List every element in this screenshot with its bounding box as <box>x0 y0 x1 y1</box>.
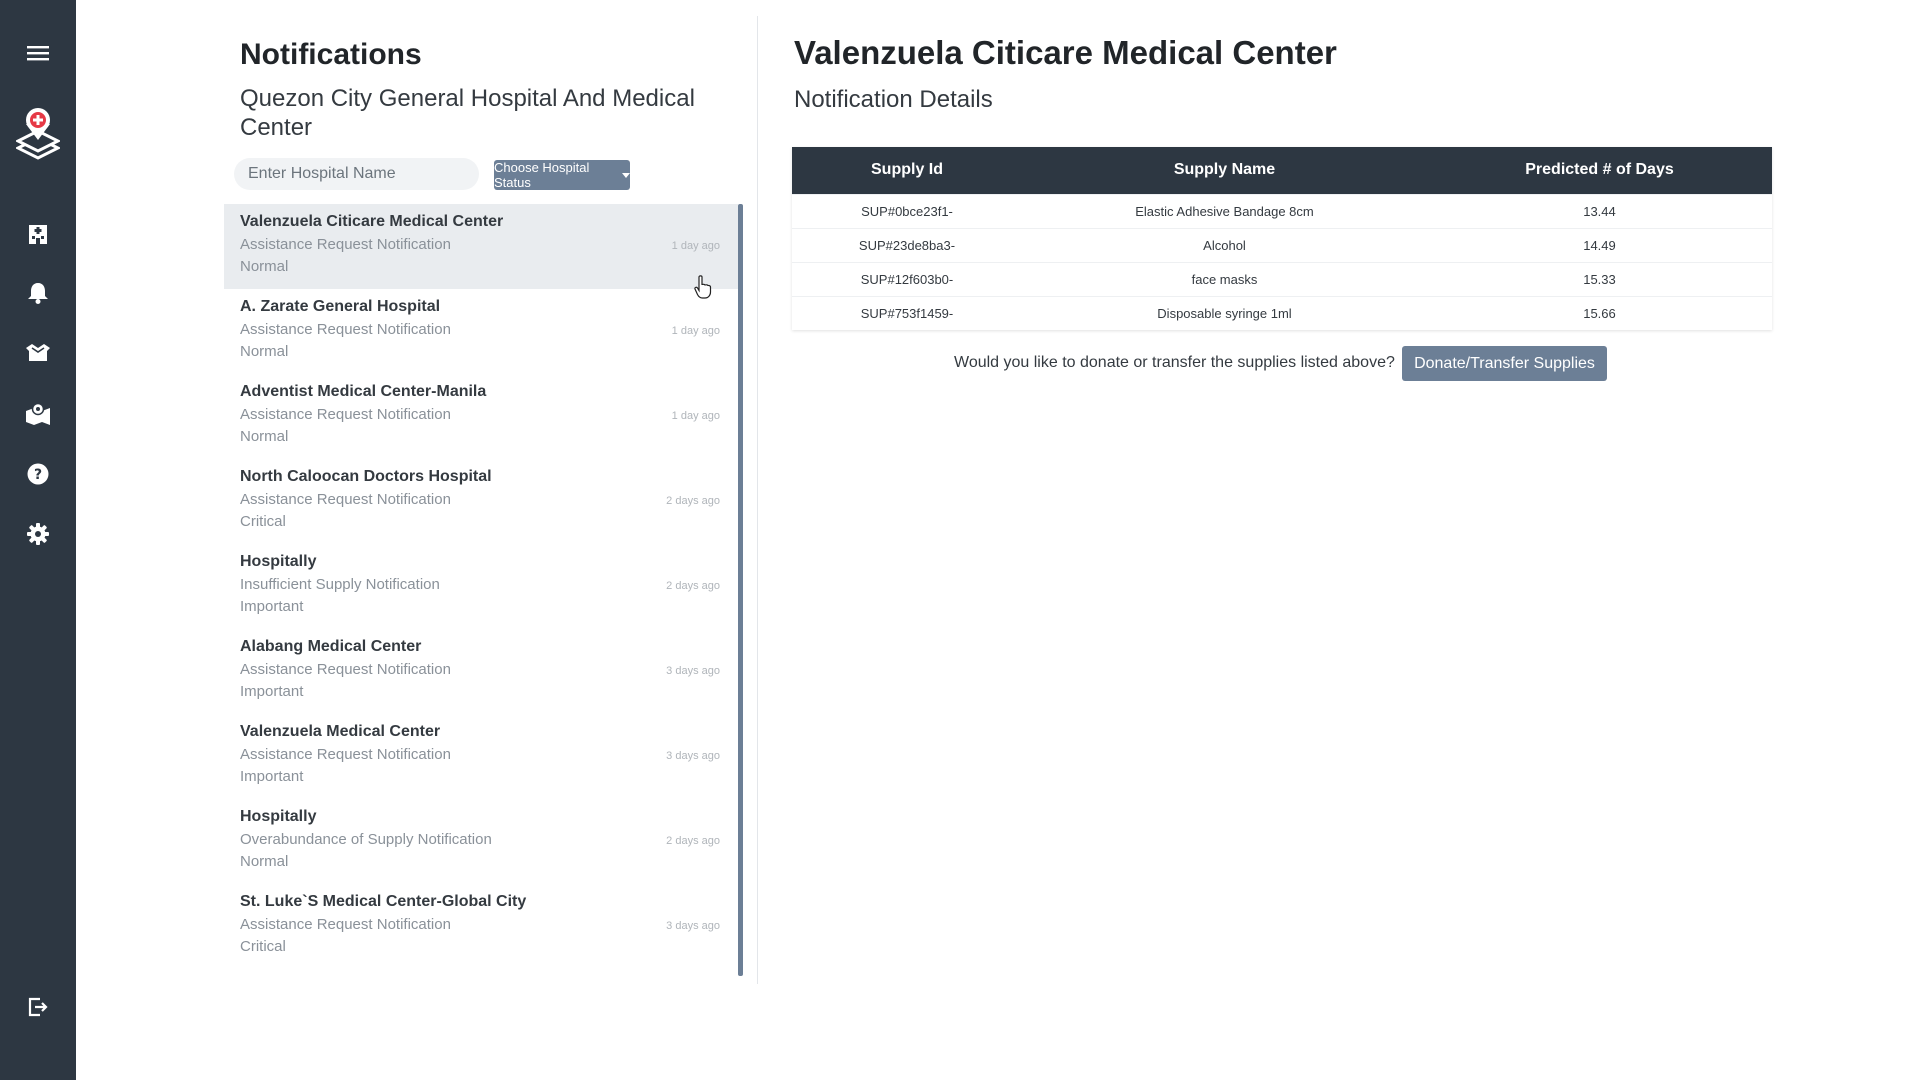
table-row: SUP#0bce23f1- Elastic Adhesive Bandage 8… <box>792 193 1772 228</box>
supply-id-cell: SUP#23de8ba3- <box>792 227 1022 262</box>
hospital-status-dropdown[interactable]: Choose Hospital Status <box>494 160 630 190</box>
notification-list-panel: Notifications Quezon City General Hospit… <box>224 16 758 984</box>
supply-id-cell: SUP#12f603b0- <box>792 261 1022 296</box>
supply-name-cell: Alcohol <box>1022 227 1427 262</box>
notification-status: Normal <box>240 258 289 275</box>
logout-icon[interactable] <box>0 987 76 1027</box>
supply-id-cell: SUP#753f1459- <box>792 295 1022 330</box>
notification-status: Normal <box>240 428 289 445</box>
detail-subtitle: Notification Details <box>794 86 993 113</box>
notification-item[interactable]: Valenzuela Citicare Medical Center Assis… <box>224 204 738 289</box>
predicted-days-cell: 13.44 <box>1427 193 1772 228</box>
column-header[interactable]: Supply Name <box>1022 147 1427 194</box>
table-row: SUP#753f1459- Disposable syringe 1ml 15.… <box>792 295 1772 330</box>
column-header[interactable]: Supply Id <box>792 147 1022 194</box>
notification-status: Critical <box>240 513 286 530</box>
notification-hospital: A. Zarate General Hospital <box>240 298 441 315</box>
page-title: Notifications <box>240 38 422 71</box>
notification-item[interactable]: St. Luke`S Medical Center-Global City As… <box>224 884 738 969</box>
sidebar: ? <box>0 0 76 1080</box>
notification-time: 1 day ago <box>671 410 720 422</box>
hospital-search-input[interactable] <box>234 158 479 190</box>
notification-time: 3 days ago <box>666 750 720 762</box>
notification-item[interactable]: Adventist Medical Center-Manila Assistan… <box>224 374 738 459</box>
supply-name-cell: Elastic Adhesive Bandage 8cm <box>1022 193 1427 228</box>
notification-item[interactable]: Hospitally Overabundance of Supply Notif… <box>224 799 738 884</box>
detail-title: Valenzuela Citicare Medical Center <box>794 34 1337 71</box>
notification-hospital: North Caloocan Doctors Hospital <box>240 468 492 485</box>
notification-item[interactable]: A. Zarate General Hospital Assistance Re… <box>224 289 738 374</box>
notification-type: Assistance Request Notification <box>240 321 451 338</box>
notification-status: Normal <box>240 853 289 870</box>
notification-time: 1 day ago <box>671 325 720 337</box>
notification-item[interactable]: Alabang Medical Center Assistance Reques… <box>224 629 738 714</box>
predicted-days-cell: 15.66 <box>1427 295 1772 330</box>
notification-status: Important <box>240 598 304 615</box>
notification-time: 2 days ago <box>666 580 720 592</box>
notification-type: Assistance Request Notification <box>240 661 451 678</box>
donate-transfer-button[interactable]: Donate/Transfer Supplies <box>1402 346 1607 381</box>
notification-hospital: Alabang Medical Center <box>240 638 422 655</box>
table-row: SUP#12f603b0- face masks 15.33 <box>792 261 1772 296</box>
notification-type: Assistance Request Notification <box>240 916 451 933</box>
notification-detail-panel: Valenzuela Citicare Medical Center Notif… <box>792 16 1772 516</box>
notification-time: 3 days ago <box>666 920 720 932</box>
notification-hospital: St. Luke`S Medical Center-Global City <box>240 893 527 910</box>
notification-time: 1 day ago <box>671 240 720 252</box>
notification-hospital: Hospitally <box>240 553 317 570</box>
notification-type: Assistance Request Notification <box>240 746 451 763</box>
caret-down-icon <box>622 172 630 178</box>
notification-list: Valenzuela Citicare Medical Center Assis… <box>224 204 742 976</box>
donate-question: Would you like to donate or transfer the… <box>954 354 1395 371</box>
menu-icon[interactable] <box>0 33 76 73</box>
notification-hospital: Valenzuela Citicare Medical Center <box>240 213 504 230</box>
hospital-icon[interactable] <box>0 213 76 253</box>
table-header-row: Supply Id Supply Name Predicted # of Day… <box>792 147 1772 194</box>
notification-item[interactable]: Hospitally Insufficient Supply Notificat… <box>224 544 738 629</box>
notification-time: 3 days ago <box>666 665 720 677</box>
notification-status: Important <box>240 768 304 785</box>
notification-time: 2 days ago <box>666 835 720 847</box>
notification-time: 2 days ago <box>666 495 720 507</box>
hand-cursor-icon <box>694 275 712 299</box>
hospital-status-label: Choose Hospital Status <box>494 160 590 190</box>
notification-type: Overabundance of Supply Notification <box>240 831 492 848</box>
bell-icon[interactable] <box>0 273 76 313</box>
notification-item[interactable]: Valenzuela Medical Center Assistance Req… <box>224 714 738 799</box>
notification-status: Normal <box>240 343 289 360</box>
notification-type: Insufficient Supply Notification <box>240 576 440 593</box>
notification-type: Assistance Request Notification <box>240 491 451 508</box>
notification-hospital: Adventist Medical Center-Manila <box>240 383 487 400</box>
column-header[interactable]: Predicted # of Days <box>1427 147 1772 194</box>
notification-item[interactable]: North Caloocan Doctors Hospital Assistan… <box>224 459 738 544</box>
logo-icon[interactable] <box>0 104 76 168</box>
notification-type: Assistance Request Notification <box>240 406 451 423</box>
supplies-icon[interactable] <box>0 333 76 373</box>
notification-status: Critical <box>240 938 286 955</box>
predicted-days-cell: 14.49 <box>1427 227 1772 262</box>
list-scrollbar[interactable] <box>738 204 743 976</box>
gear-icon[interactable] <box>0 514 76 554</box>
supply-id-cell: SUP#0bce23f1- <box>792 193 1022 228</box>
hospital-name: Quezon City General Hospital And Medical… <box>240 85 695 141</box>
help-icon[interactable]: ? <box>0 454 76 494</box>
notification-hospital: Valenzuela Medical Center <box>240 723 441 740</box>
svg-text:?: ? <box>34 467 42 483</box>
predicted-days-cell: 15.33 <box>1427 261 1772 296</box>
supply-name-cell: Disposable syringe 1ml <box>1022 295 1427 330</box>
map-icon[interactable] <box>0 394 76 434</box>
supply-name-cell: face masks <box>1022 261 1427 296</box>
table-row: SUP#23de8ba3- Alcohol 14.49 <box>792 227 1772 262</box>
notification-hospital: Hospitally <box>240 808 317 825</box>
supply-table: Supply Id Supply Name Predicted # of Day… <box>792 147 1772 330</box>
notification-status: Important <box>240 683 304 700</box>
notification-type: Assistance Request Notification <box>240 236 451 253</box>
